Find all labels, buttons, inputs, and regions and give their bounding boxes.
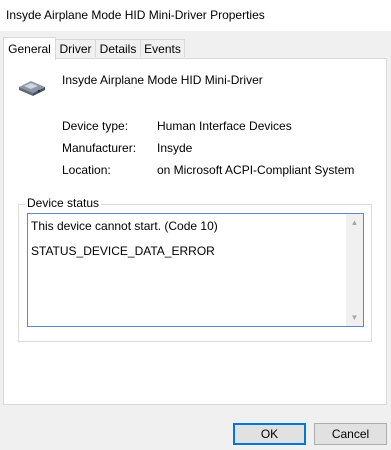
tab-details[interactable]: Details	[95, 39, 141, 57]
ok-button[interactable]: OK	[233, 423, 306, 445]
tab-driver[interactable]: Driver	[55, 39, 96, 57]
window-title: Insyde Airplane Mode HID Mini-Driver Pro…	[6, 8, 265, 22]
manufacturer-value: Insyde	[157, 141, 193, 155]
device-type-label: Device type:	[62, 119, 129, 133]
status-scrollbar[interactable]: ▲ ▼	[346, 214, 363, 326]
tab-strip: General Driver Details Events	[3, 37, 388, 60]
manufacturer-label: Manufacturer:	[62, 141, 137, 155]
device-name: Insyde Airplane Mode HID Mini-Driver	[62, 73, 263, 87]
scroll-down-icon[interactable]: ▼	[346, 309, 363, 326]
hid-device-icon	[17, 78, 47, 98]
location-value: on Microsoft ACPI-Compliant System	[157, 163, 355, 177]
location-label: Location:	[62, 163, 111, 177]
title-bar[interactable]: Insyde Airplane Mode HID Mini-Driver Pro…	[0, 0, 391, 31]
device-type-value: Human Interface Devices	[157, 119, 292, 133]
status-error-code: STATUS_DEVICE_DATA_ERROR	[31, 244, 215, 258]
device-status-group-label: Device status	[25, 196, 102, 210]
tab-events[interactable]: Events	[140, 39, 185, 57]
cancel-button[interactable]: Cancel	[314, 423, 387, 445]
device-status-textbox[interactable]: This device cannot start. (Code 10) STAT…	[27, 213, 364, 327]
tab-general[interactable]: General	[3, 37, 56, 60]
status-message: This device cannot start. (Code 10)	[31, 219, 218, 233]
scroll-up-icon[interactable]: ▲	[346, 214, 363, 231]
